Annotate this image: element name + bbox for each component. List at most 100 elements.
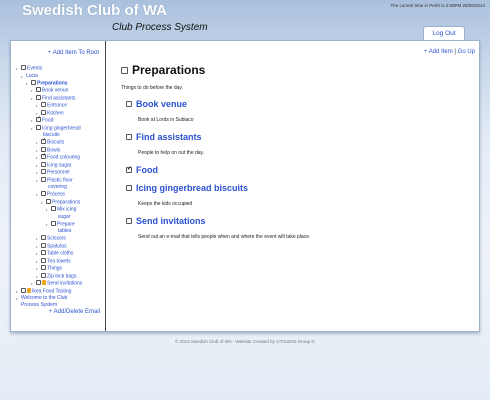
task-link[interactable]: Food [136, 165, 158, 175]
tree-checkbox[interactable] [41, 161, 46, 167]
bullet-icon: • [31, 281, 33, 286]
bullet-icon: • [31, 95, 33, 101]
tree-checkbox[interactable] [41, 109, 46, 115]
tree-item[interactable]: • Things [15, 265, 105, 273]
content-area: + Add Item | Go Up Preparations Things t… [109, 41, 479, 331]
tree-item[interactable]: • Book venue [15, 87, 105, 95]
tree-checkbox[interactable] [51, 206, 56, 211]
tree-checkbox[interactable] [36, 87, 41, 92]
page-description: Things to do before the day. [121, 85, 183, 91]
tree-item-label: Icing gingerbread [42, 125, 81, 131]
tree-checkbox[interactable] [36, 115, 41, 122]
add-delete-email-link[interactable]: + Add/Delete Email [49, 309, 100, 315]
tree-item-label: Personnel [47, 169, 70, 176]
tree-item[interactable]: • Kitchen [15, 109, 105, 118]
tree-item[interactable]: • Zip lock bags [15, 272, 105, 281]
tree-item[interactable]: • Icing sugar [15, 161, 105, 170]
task-checkbox[interactable] [126, 100, 132, 107]
tree-item[interactable]: • Prepare [15, 220, 105, 229]
tree-item[interactable]: biscuits [15, 132, 105, 139]
tree-item[interactable]: • Spatulas [15, 242, 105, 251]
footer: © 2013 Swedish Club of WA - Website Crea… [175, 339, 315, 344]
tree-item[interactable]: • Preparations [15, 198, 105, 207]
tree-item[interactable]: • Bowls [15, 146, 105, 155]
bullet-icon: • [36, 192, 38, 197]
go-up-link[interactable]: Go Up [458, 49, 475, 55]
tree-item-label: Scissors [47, 235, 66, 242]
tree-item[interactable]: • Plastic floor [15, 176, 105, 185]
tree-item[interactable]: • Biscuits [15, 137, 105, 147]
tree-item[interactable]: tables [15, 228, 105, 235]
tree-checkbox[interactable] [41, 146, 46, 152]
tree-checkbox[interactable] [41, 169, 46, 174]
tree-checkbox[interactable] [46, 198, 51, 204]
tree-item[interactable]: sugar [15, 214, 105, 221]
tree-checkbox[interactable] [41, 137, 46, 144]
task-checkbox[interactable] [126, 165, 132, 173]
tree-checkbox[interactable] [41, 272, 46, 278]
tree-item[interactable]: • Mix icing [15, 206, 105, 214]
tree-checkbox[interactable] [41, 265, 46, 270]
tree-checkbox[interactable] [41, 242, 46, 248]
tree-item[interactable]: • Preparations [15, 79, 105, 88]
task-title: Send invitations [126, 216, 310, 226]
add-item-to-root-link[interactable]: + Add Item To Root [48, 50, 99, 56]
tree-item[interactable]: • Scissors [15, 235, 105, 243]
task-checkbox[interactable] [126, 184, 132, 191]
tree-item[interactable]: • Table cloths [15, 250, 105, 258]
bullet-icon: • [31, 88, 33, 93]
tree-checkbox[interactable] [41, 102, 46, 107]
task-checkbox[interactable] [126, 217, 132, 224]
tree-item[interactable]: • Entrance [15, 102, 105, 110]
tree-item[interactable]: • Food [15, 115, 105, 125]
tree-checkbox[interactable] [41, 250, 46, 255]
tree-item[interactable]: Process System [15, 302, 105, 309]
task-checkbox[interactable] [126, 133, 132, 140]
tree-item[interactable]: • Process [15, 191, 105, 199]
tree-checkbox[interactable] [36, 280, 41, 285]
page-complete-checkbox[interactable] [121, 66, 128, 74]
tree-checkbox[interactable] [41, 257, 46, 263]
tree-item[interactable]: • Find assistants [15, 94, 105, 103]
tree-checkbox[interactable] [51, 220, 56, 226]
tree-checkbox[interactable] [36, 124, 41, 130]
tree-checkbox[interactable] [21, 65, 26, 70]
tree-item-label: Biscuits [47, 139, 65, 146]
bullet-icon: • [16, 288, 18, 294]
tree-item[interactable]: • Personnel [15, 169, 105, 177]
tree-item[interactable]: • Tea towels [15, 257, 105, 266]
tree-item[interactable]: covering [15, 184, 105, 191]
tree-item[interactable]: • Lucia [15, 73, 105, 80]
tree-item[interactable]: • Events [15, 65, 105, 73]
tree-checkbox[interactable] [41, 191, 46, 196]
tree-item[interactable]: • Send invitations [15, 280, 105, 288]
tree-item[interactable]: • Ikea Food Tasting [15, 287, 105, 296]
bullet-icon: • [36, 236, 38, 241]
tree-item-label: Process [47, 191, 66, 198]
tree-checkbox[interactable] [21, 287, 26, 293]
bullet-icon: • [41, 199, 43, 205]
tree-checkbox[interactable] [36, 94, 41, 100]
tree-item-label: Icing sugar [47, 162, 72, 168]
tree-item[interactable]: • Icing gingerbread [15, 124, 105, 133]
sidebar: + Add Item To Root • Events • Lucia • Prepara… [11, 41, 106, 331]
logout-button[interactable]: Log Out [423, 26, 465, 40]
task-title: Book venue [126, 99, 194, 109]
tree-checkbox[interactable] [31, 79, 36, 85]
tree-item[interactable]: • Food colouring [15, 152, 105, 162]
tree-item[interactable]: • Welcome to the Club [15, 295, 105, 302]
task-description: People to help on out the day. [138, 150, 205, 156]
page-title: Preparations [121, 63, 205, 77]
add-item-link[interactable]: + Add Item [424, 49, 453, 55]
tree-item-label: covering [48, 184, 67, 190]
tree-checkbox[interactable] [41, 152, 46, 159]
bullet-icon: • [36, 140, 38, 145]
task-link[interactable]: Send invitations [136, 216, 206, 226]
task-link[interactable]: Book venue [136, 99, 187, 109]
tree-checkbox[interactable] [41, 235, 46, 240]
item-tree: • Events • Lucia • Preparations • Book venue • Fi… [15, 65, 105, 309]
task-title: Icing gingerbread biscuits [126, 183, 248, 193]
task-link[interactable]: Find assistants [136, 132, 202, 142]
task-link[interactable]: Icing gingerbread biscuits [136, 183, 248, 193]
tree-checkbox[interactable] [41, 176, 46, 182]
